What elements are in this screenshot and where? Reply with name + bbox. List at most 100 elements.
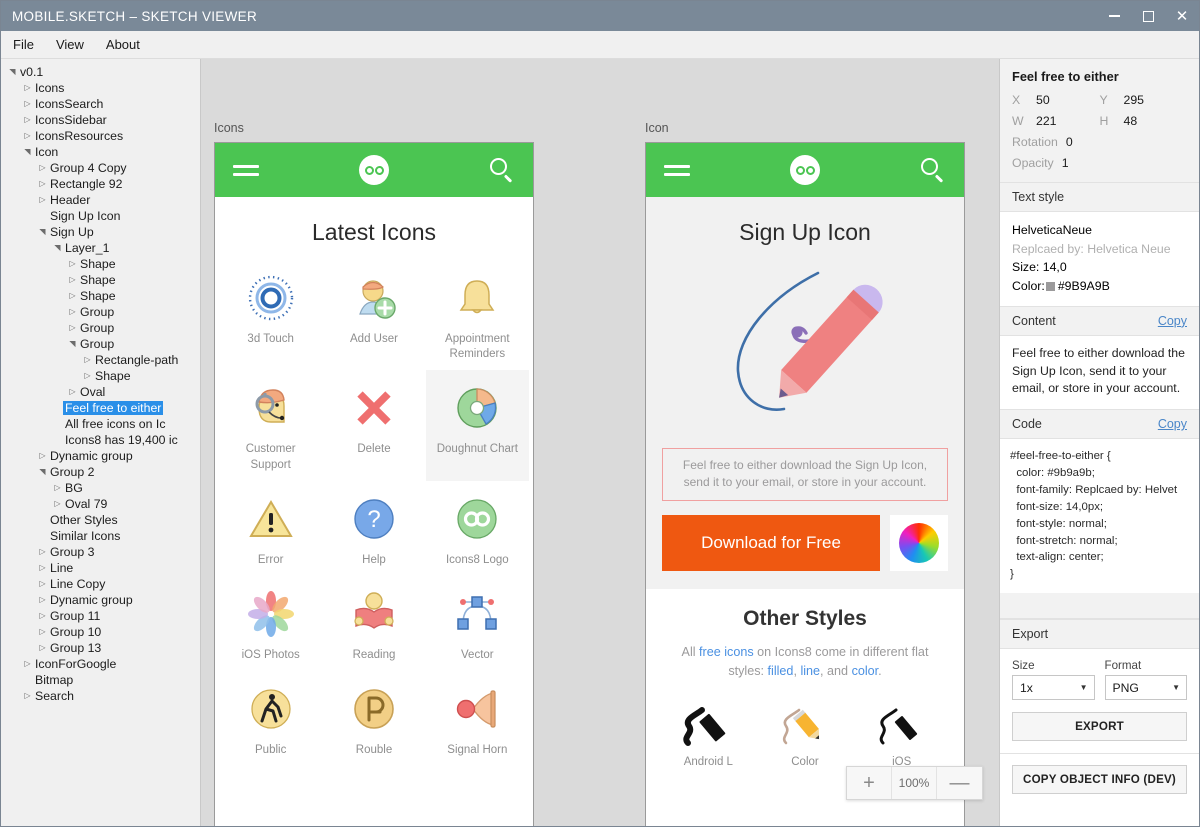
icon-cell[interactable]: Signal Horn	[426, 671, 529, 766]
chevron-right-icon[interactable]: ▷	[22, 100, 33, 108]
tree-item[interactable]: ▷ Rectangle-path	[1, 352, 200, 368]
tree-item[interactable]: ▷ Header	[1, 192, 200, 208]
icon-cell[interactable]: ? Help	[322, 481, 425, 576]
tree-item[interactable]: ▷ Group 3	[1, 544, 200, 560]
chevron-right-icon[interactable]: ▷	[67, 292, 78, 300]
export-button[interactable]: EXPORT	[1012, 712, 1187, 742]
zoom-in-button[interactable]: +	[847, 767, 892, 799]
tree-item[interactable]: ▷ Dynamic group	[1, 448, 200, 464]
chevron-right-icon[interactable]: ▷	[37, 564, 48, 572]
tree-item[interactable]: ▷ Shape	[1, 256, 200, 272]
style-cell[interactable]: iOS	[853, 698, 950, 768]
artboard-icon-frame[interactable]: Sign Up Icon Feel free to either downloa…	[645, 142, 965, 826]
zoom-out-button[interactable]: —	[937, 767, 982, 799]
icon-cell[interactable]: Customer Support	[219, 370, 322, 480]
tree-item[interactable]: ▷ Line	[1, 560, 200, 576]
tree-item[interactable]: ▷ Group 11	[1, 608, 200, 624]
tree-item[interactable]: ▷ Group 13	[1, 640, 200, 656]
chevron-right-icon[interactable]: ▷	[22, 84, 33, 92]
tree-item[interactable]: ▷ Group 10	[1, 624, 200, 640]
tree-item[interactable]: ◢ Sign Up	[1, 224, 200, 240]
layers-tree-panel[interactable]: ◢ v0.1 ▷ Icons ▷ IconsSearch ▷ IconsSidebar ▷ Ico…	[1, 59, 201, 826]
icon-cell[interactable]: Vector	[426, 576, 529, 671]
chevron-down-icon[interactable]: ◢	[53, 243, 62, 254]
chevron-right-icon[interactable]: ▷	[37, 164, 48, 172]
canvas-area[interactable]: Icons Latest Icons 3d Touch Add User Appoi…	[201, 59, 999, 826]
chevron-down-icon[interactable]: ◢	[8, 67, 17, 78]
menu-item-view[interactable]: View	[46, 33, 94, 56]
copy-content-link[interactable]: Copy	[1158, 314, 1187, 328]
download-for-free-button[interactable]: Download for Free	[662, 514, 880, 571]
maximize-button[interactable]	[1131, 1, 1165, 31]
icon-cell[interactable]: Add User	[322, 260, 425, 370]
minimize-button[interactable]	[1097, 1, 1131, 31]
link-filled[interactable]: filled	[768, 664, 794, 678]
icon-cell[interactable]: Doughnut Chart	[425, 370, 529, 481]
tree-item[interactable]: ▷ IconsSidebar	[1, 112, 200, 128]
tree-item[interactable]: ▷ Line Copy	[1, 576, 200, 592]
chevron-right-icon[interactable]: ▷	[22, 660, 33, 668]
tree-item[interactable]: ▷ Group 4 Copy	[1, 160, 200, 176]
chevron-down-icon[interactable]: ◢	[38, 227, 47, 238]
chevron-right-icon[interactable]: ▷	[52, 484, 63, 492]
icon-cell[interactable]: iOS Photos	[219, 576, 322, 671]
tree-item[interactable]: ▷ BG	[1, 480, 200, 496]
tree-item[interactable]: ▷ Rectangle 92	[1, 176, 200, 192]
chevron-right-icon[interactable]: ▷	[37, 196, 48, 204]
chevron-down-icon[interactable]: ◢	[38, 467, 47, 478]
icon-cell[interactable]: 3d Touch	[219, 260, 322, 370]
chevron-right-icon[interactable]: ▷	[67, 388, 78, 396]
tree-item[interactable]: ▷ Shape	[1, 368, 200, 384]
tree-item[interactable]: ▷ IconsSearch	[1, 96, 200, 112]
tree-item[interactable]: ◢ Layer_1	[1, 240, 200, 256]
chevron-right-icon[interactable]: ▷	[52, 500, 63, 508]
size-select[interactable]: 1x ▼	[1012, 675, 1095, 701]
icon-cell[interactable]: Delete	[322, 370, 425, 480]
tree-item[interactable]: ▷ Dynamic group	[1, 592, 200, 608]
tree-item[interactable]: ◢ Group	[1, 336, 200, 352]
icon-cell[interactable]: Error	[219, 481, 322, 576]
close-button[interactable]: ✕	[1165, 1, 1199, 31]
tree-item[interactable]: ▷ Shape	[1, 272, 200, 288]
tree-item[interactable]: Similar Icons	[1, 528, 200, 544]
tree-item[interactable]: Bitmap	[1, 672, 200, 688]
tree-item[interactable]: Icons8 has 19,400 ic	[1, 432, 200, 448]
artboard-icons-frame[interactable]: Latest Icons 3d Touch Add User Appointment…	[214, 142, 534, 826]
tree-item[interactable]: ▷ Oval 79	[1, 496, 200, 512]
chevron-right-icon[interactable]: ▷	[22, 132, 33, 140]
chevron-right-icon[interactable]: ▷	[82, 356, 93, 364]
zoom-controls[interactable]: + 100% —	[846, 766, 983, 800]
chevron-right-icon[interactable]: ▷	[37, 644, 48, 652]
chevron-right-icon[interactable]: ▷	[37, 596, 48, 604]
tree-item[interactable]: Other Styles	[1, 512, 200, 528]
chevron-right-icon[interactable]: ▷	[22, 692, 33, 700]
chevron-down-icon[interactable]: ◢	[23, 147, 32, 158]
tree-item[interactable]: ◢ Group 2	[1, 464, 200, 480]
chevron-right-icon[interactable]: ▷	[37, 180, 48, 188]
link-free-icons[interactable]: free icons	[699, 645, 754, 659]
copy-object-info-button[interactable]: COPY OBJECT INFO (DEV)	[1012, 765, 1187, 795]
copy-code-link[interactable]: Copy	[1158, 417, 1187, 431]
icon-cell[interactable]: Rouble	[322, 671, 425, 766]
color-wheel-button[interactable]	[890, 514, 948, 571]
chevron-right-icon[interactable]: ▷	[37, 612, 48, 620]
tree-item[interactable]: ▷ Search	[1, 688, 200, 704]
tree-item[interactable]: ▷ Group	[1, 320, 200, 336]
menu-icon[interactable]	[233, 160, 259, 181]
tree-item[interactable]: ▷ IconsResources	[1, 128, 200, 144]
link-color[interactable]: color	[852, 664, 879, 678]
tree-item[interactable]: Sign Up Icon	[1, 208, 200, 224]
tree-item[interactable]: ▷ Shape	[1, 288, 200, 304]
tree-item[interactable]: ▷ IconForGoogle	[1, 656, 200, 672]
search-icon[interactable]	[489, 157, 515, 183]
tree-item[interactable]: ▷ Icons	[1, 80, 200, 96]
menu-item-about[interactable]: About	[96, 33, 150, 56]
search-icon[interactable]	[920, 157, 946, 183]
tree-item[interactable]: ◢ Icon	[1, 144, 200, 160]
chevron-right-icon[interactable]: ▷	[82, 372, 93, 380]
chevron-right-icon[interactable]: ▷	[37, 548, 48, 556]
tree-item[interactable]: ▷ Group	[1, 304, 200, 320]
chevron-right-icon[interactable]: ▷	[67, 276, 78, 284]
tree-item[interactable]: Feel free to either	[1, 400, 200, 416]
icon-cell[interactable]: Public	[219, 671, 322, 766]
